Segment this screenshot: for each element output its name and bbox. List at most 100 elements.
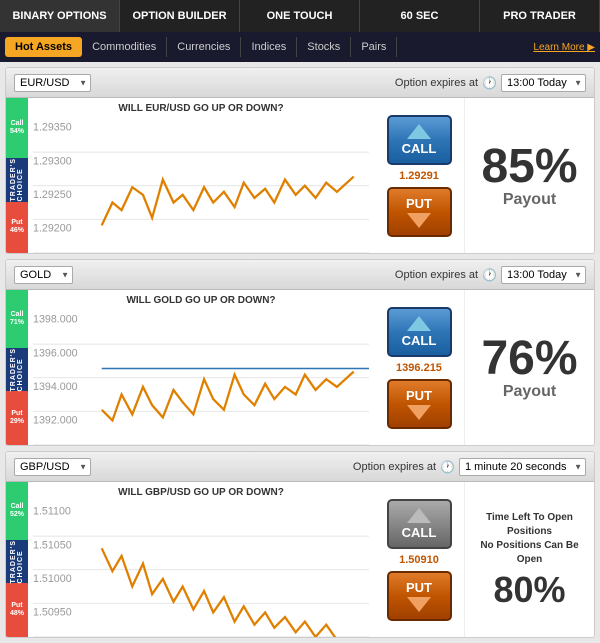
- expires-dropdown-3[interactable]: 1 minute 20 seconds: [459, 458, 586, 476]
- chart-svg-2: 1398.000 1396.000 1394.000 1392.000 1390…: [33, 309, 369, 446]
- call-btn-text-1: CALL: [402, 141, 437, 156]
- payout-percent-2: 76%: [481, 335, 577, 383]
- subnav-stocks[interactable]: Stocks: [297, 37, 351, 57]
- traders-choice-3: Call 52% TRADER'S CHOICE Put 48%: [6, 482, 28, 637]
- subnav-commodities[interactable]: Commodities: [82, 37, 167, 57]
- svg-text:1398.000: 1398.000: [33, 314, 78, 326]
- traders-choice-1: Call 54% TRADER'S CHOICE Put 46%: [6, 98, 28, 253]
- call-put-section-1: CALL 1.29291 PUT: [374, 98, 464, 253]
- expires-select-wrapper-1[interactable]: 13:00 Today: [501, 74, 586, 92]
- put-button-2[interactable]: PUT: [387, 379, 452, 429]
- clock-icon-1: 🕐: [482, 76, 497, 90]
- panel-body-2: Call 71% TRADER'S CHOICE Put 29% WILL GO…: [6, 290, 594, 445]
- svg-text:1.51000: 1.51000: [33, 573, 72, 585]
- expires-label-2: Option expires at 🕐 13:00 Today: [395, 266, 586, 284]
- payout-label-2: Payout: [503, 383, 556, 401]
- svg-text:1.29200: 1.29200: [33, 223, 72, 235]
- panel-header-gold: GOLD Option expires at 🕐 13:00 Today: [6, 260, 594, 290]
- payout-percent-3: 80%: [493, 572, 565, 608]
- current-price-1: 1.29291: [399, 170, 439, 182]
- put-button-3[interactable]: PUT: [387, 571, 452, 621]
- chart-svg-1: 1.29350 1.29300 1.29250 1.29200 1.29150 …: [33, 117, 369, 254]
- put-arrow-icon-3: [407, 597, 431, 612]
- nav-60-sec[interactable]: 60 SEC: [360, 0, 480, 32]
- put-btn-text-2: PUT: [406, 388, 432, 403]
- call-btn-text-3: CALL: [402, 525, 437, 540]
- chart-area-1: WILL EUR/USD GO UP OR DOWN? 1.29350 1.29…: [28, 98, 374, 253]
- expires-label-1: Option expires at 🕐 13:00 Today: [395, 74, 586, 92]
- chart-visual-3: 1.51100 1.51050 1.51000 1.50950 1.50900: [33, 501, 369, 638]
- asset-dropdown-3[interactable]: GBP/USD: [14, 458, 91, 476]
- chart-visual-2: 1398.000 1396.000 1394.000 1392.000 1390…: [33, 309, 369, 446]
- traders-choice-2: Call 71% TRADER'S CHOICE Put 29%: [6, 290, 28, 445]
- chart-area-3: WILL GBP/USD GO UP OR DOWN? 1.51100 1.51…: [28, 482, 374, 637]
- call-button-1[interactable]: CALL: [387, 115, 452, 165]
- top-navigation: BINARY OPTIONS OPTION BUILDER ONE TOUCH …: [0, 0, 600, 32]
- panel-body-3: Call 52% TRADER'S CHOICE Put 48% WILL GB…: [6, 482, 594, 637]
- clock-icon-3: 🕐: [440, 460, 455, 474]
- panel-header-gbp-usd: GBP/USD Option expires at 🕐 1 minute 20 …: [6, 452, 594, 482]
- svg-text:1394.000: 1394.000: [33, 381, 78, 393]
- traders-choice-label-2: TRADER'S CHOICE: [10, 348, 24, 392]
- panel-gold: GOLD Option expires at 🕐 13:00 Today Cal…: [5, 259, 595, 446]
- panel-eur-usd: EUR/USD Option expires at 🕐 13:00 Today …: [5, 67, 595, 254]
- asset-select-wrapper-1[interactable]: EUR/USD: [14, 74, 91, 92]
- asset-dropdown-2[interactable]: GOLD: [14, 266, 73, 284]
- asset-dropdown-1[interactable]: EUR/USD: [14, 74, 91, 92]
- subnav-pairs[interactable]: Pairs: [351, 37, 397, 57]
- panel-body-1: Call 54% TRADER'S CHOICE Put 46% WILL EU…: [6, 98, 594, 253]
- put-arrow-icon-2: [407, 405, 431, 420]
- expires-dropdown-2[interactable]: 13:00 Today: [501, 266, 586, 284]
- nav-one-touch[interactable]: ONE TOUCH: [240, 0, 360, 32]
- chart-title-3: WILL GBP/USD GO UP OR DOWN?: [33, 487, 369, 498]
- asset-select-wrapper-2[interactable]: GOLD: [14, 266, 73, 284]
- svg-text:1.29350: 1.29350: [33, 122, 72, 134]
- current-price-2: 1396.215: [396, 362, 442, 374]
- expires-select-wrapper-3[interactable]: 1 minute 20 seconds: [459, 458, 586, 476]
- put-btn-text-1: PUT: [406, 196, 432, 211]
- call-btn-text-2: CALL: [402, 333, 437, 348]
- panel-gbp-usd: GBP/USD Option expires at 🕐 1 minute 20 …: [5, 451, 595, 638]
- put-button-1[interactable]: PUT: [387, 187, 452, 237]
- chart-title-1: WILL EUR/USD GO UP OR DOWN?: [33, 103, 369, 114]
- traders-choice-label-1: TRADER'S CHOICE: [10, 158, 24, 202]
- expires-dropdown-1[interactable]: 13:00 Today: [501, 74, 586, 92]
- put-btn-text-3: PUT: [406, 580, 432, 595]
- expires-label-3: Option expires at 🕐 1 minute 20 seconds: [353, 458, 586, 476]
- call-arrow-icon-3: [407, 508, 431, 523]
- chart-svg-3: 1.51100 1.51050 1.51000 1.50950 1.50900: [33, 501, 369, 638]
- panel-header-eur-usd: EUR/USD Option expires at 🕐 13:00 Today: [6, 68, 594, 98]
- nav-binary-options[interactable]: BINARY OPTIONS: [0, 0, 120, 32]
- subnav-hot-assets[interactable]: Hot Assets: [5, 37, 82, 57]
- call-put-section-3: CALL 1.50910 PUT: [374, 482, 464, 637]
- asset-select-wrapper-3[interactable]: GBP/USD: [14, 458, 91, 476]
- nav-pro-trader[interactable]: PRO TRADER: [480, 0, 600, 32]
- payout-percent-1: 85%: [481, 143, 577, 191]
- subnav-currencies[interactable]: Currencies: [167, 37, 241, 57]
- payout-section-3: Time Left To Open PositionsNo Positions …: [464, 482, 594, 637]
- clock-icon-2: 🕐: [482, 268, 497, 282]
- payout-section-1: 85% Payout: [464, 98, 594, 253]
- chart-area-2: WILL GOLD GO UP OR DOWN? 1398.000 1396.0…: [28, 290, 374, 445]
- current-price-3: 1.50910: [399, 554, 439, 566]
- traders-choice-label-3: TRADER'S CHOICE: [10, 540, 24, 584]
- svg-text:1396.000: 1396.000: [33, 347, 78, 359]
- svg-text:1.51050: 1.51050: [33, 539, 72, 551]
- call-arrow-icon-1: [407, 124, 431, 139]
- payout-section-2: 76% Payout: [464, 290, 594, 445]
- call-arrow-icon-2: [407, 316, 431, 331]
- svg-text:1.29250: 1.29250: [33, 189, 72, 201]
- nav-option-builder[interactable]: OPTION BUILDER: [120, 0, 240, 32]
- put-arrow-icon-1: [407, 213, 431, 228]
- call-button-3[interactable]: CALL: [387, 499, 452, 549]
- expires-select-wrapper-2[interactable]: 13:00 Today: [501, 266, 586, 284]
- svg-text:1.29300: 1.29300: [33, 155, 72, 167]
- time-left-message: Time Left To Open PositionsNo Positions …: [475, 511, 584, 567]
- svg-text:1.51100: 1.51100: [33, 506, 71, 518]
- call-button-2[interactable]: CALL: [387, 307, 452, 357]
- svg-text:1392.000: 1392.000: [33, 415, 78, 427]
- payout-label-1: Payout: [503, 191, 556, 209]
- learn-more-link[interactable]: Learn More ▶: [533, 42, 595, 53]
- chart-title-2: WILL GOLD GO UP OR DOWN?: [33, 295, 369, 306]
- subnav-indices[interactable]: Indices: [241, 37, 297, 57]
